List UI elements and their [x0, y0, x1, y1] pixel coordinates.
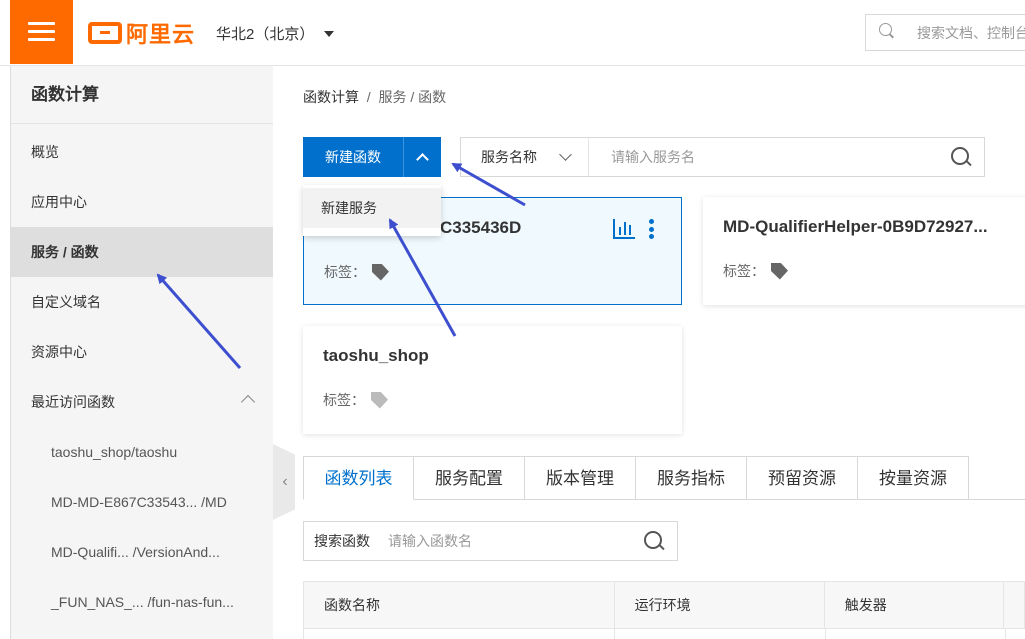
service-tabs: 函数列表 服务配置 版本管理 服务指标 预留资源 按量资源	[303, 456, 1025, 500]
tab-service-metrics[interactable]: 服务指标	[636, 456, 747, 500]
region-selector[interactable]: 华北2（北京）	[216, 23, 335, 44]
function-search-label: 搜索函数	[314, 533, 370, 549]
chevron-up-icon	[416, 153, 429, 166]
recent-function-item[interactable]: taoshu_shop/taoshu	[11, 427, 273, 477]
breadcrumb: 函数计算 / 服务 / 函数	[303, 87, 446, 107]
function-table-header: 函数名称 运行环境 触发器	[303, 581, 1025, 629]
search-icon	[878, 22, 897, 44]
column-header-trigger[interactable]: 触发器	[825, 582, 1004, 628]
new-service-menu-item[interactable]: 新建服务	[303, 188, 441, 228]
new-function-button[interactable]: 新建函数	[303, 137, 404, 177]
column-header-extra	[1004, 582, 1024, 628]
sidebar: 函数计算 概览 应用中心 服务 / 函数 自定义域名 资源中心 最近访问函数 t…	[10, 66, 273, 639]
service-name: MD-QualifierHelper-0B9D72927...	[723, 217, 988, 236]
column-header-function-name[interactable]: 函数名称	[304, 582, 615, 628]
region-label: 华北2（北京）	[216, 26, 315, 43]
tag-label: 标签：	[323, 392, 365, 408]
column-header-runtime[interactable]: 运行环境	[615, 582, 825, 628]
service-card[interactable]: taoshu_shop 标签：	[303, 326, 682, 434]
sidebar-item-overview[interactable]: 概览	[11, 127, 273, 177]
tag-label: 标签：	[324, 264, 366, 280]
service-search-input[interactable]: 请输入服务名	[589, 147, 950, 167]
sidebar-item-custom-domain[interactable]: 自定义域名	[11, 277, 273, 327]
recent-function-item[interactable]: MD-Qualifi... /VersionAnd...	[11, 527, 273, 577]
search-icon[interactable]	[643, 530, 665, 552]
sidebar-item-services-functions[interactable]: 服务 / 函数	[11, 227, 273, 277]
chevron-left-icon: ‹	[282, 473, 288, 490]
sidebar-title: 函数计算	[11, 66, 273, 124]
breadcrumb-root[interactable]: 函数计算	[303, 89, 359, 105]
service-card[interactable]: MD-QualifierHelper-0B9D72927... 标签：	[703, 197, 1025, 305]
tab-version-management[interactable]: 版本管理	[525, 456, 636, 500]
tag-icon[interactable]	[771, 262, 788, 280]
top-bar: 阿里云 华北2（北京） 搜索文档、控制台	[0, 0, 1025, 66]
new-function-split-button: 新建函数	[303, 137, 441, 177]
sidebar-item-app-center[interactable]: 应用中心	[11, 177, 273, 227]
tag-icon[interactable]	[371, 391, 388, 409]
function-search-input[interactable]: 请输入函数名	[370, 531, 643, 551]
sidebar-item-recent-functions[interactable]: 最近访问函数	[11, 377, 273, 427]
tag-label: 标签：	[723, 263, 765, 279]
logo-mark-icon	[88, 22, 122, 44]
sidebar-item-label: 最近访问函数	[31, 394, 115, 410]
service-search-bar: 服务名称 请输入服务名	[460, 137, 985, 177]
tag-icon[interactable]	[372, 263, 389, 281]
service-filter-label: 服务名称	[481, 149, 537, 165]
sidebar-collapse-handle[interactable]: ‹	[273, 444, 295, 520]
service-filter-select[interactable]: 服务名称	[461, 138, 589, 176]
breadcrumb-separator: /	[366, 89, 371, 105]
sidebar-item-resource-center[interactable]: 资源中心	[11, 327, 273, 377]
tab-function-list[interactable]: 函数列表	[303, 456, 414, 500]
new-dropdown-toggle[interactable]	[404, 137, 441, 177]
function-search-bar: 搜索函数 请输入函数名	[303, 521, 678, 561]
recent-function-item[interactable]: MD-MD-E867C33543... /MD	[11, 477, 273, 527]
recent-function-item[interactable]: _FUN_NAS_... /fun-nas-fun...	[11, 577, 273, 627]
global-search[interactable]: 搜索文档、控制台	[865, 14, 1025, 51]
table-row	[303, 629, 1025, 639]
service-tags: 标签：	[324, 262, 389, 282]
service-tags: 标签：	[323, 390, 388, 410]
chevron-up-icon	[240, 394, 256, 410]
menu-icon[interactable]	[10, 0, 73, 64]
tab-reserved-resources[interactable]: 预留资源	[747, 456, 858, 500]
tab-service-config[interactable]: 服务配置	[414, 456, 525, 500]
service-tags: 标签：	[723, 261, 788, 281]
service-name: taoshu_shop	[323, 346, 429, 365]
chevron-down-icon	[559, 148, 572, 161]
caret-down-icon	[324, 30, 335, 37]
service-name: C335436D	[440, 218, 522, 237]
aliyun-logo[interactable]: 阿里云	[88, 20, 196, 47]
breadcrumb-current: 服务 / 函数	[378, 89, 447, 105]
new-dropdown-menu: 新建服务	[303, 185, 441, 236]
logo-text: 阿里云	[126, 22, 196, 47]
more-icon[interactable]	[649, 219, 655, 239]
search-icon[interactable]	[950, 146, 972, 168]
global-search-placeholder: 搜索文档、控制台	[917, 24, 1025, 41]
tab-on-demand-resources[interactable]: 按量资源	[858, 456, 969, 500]
bar-chart-icon[interactable]	[613, 219, 635, 239]
